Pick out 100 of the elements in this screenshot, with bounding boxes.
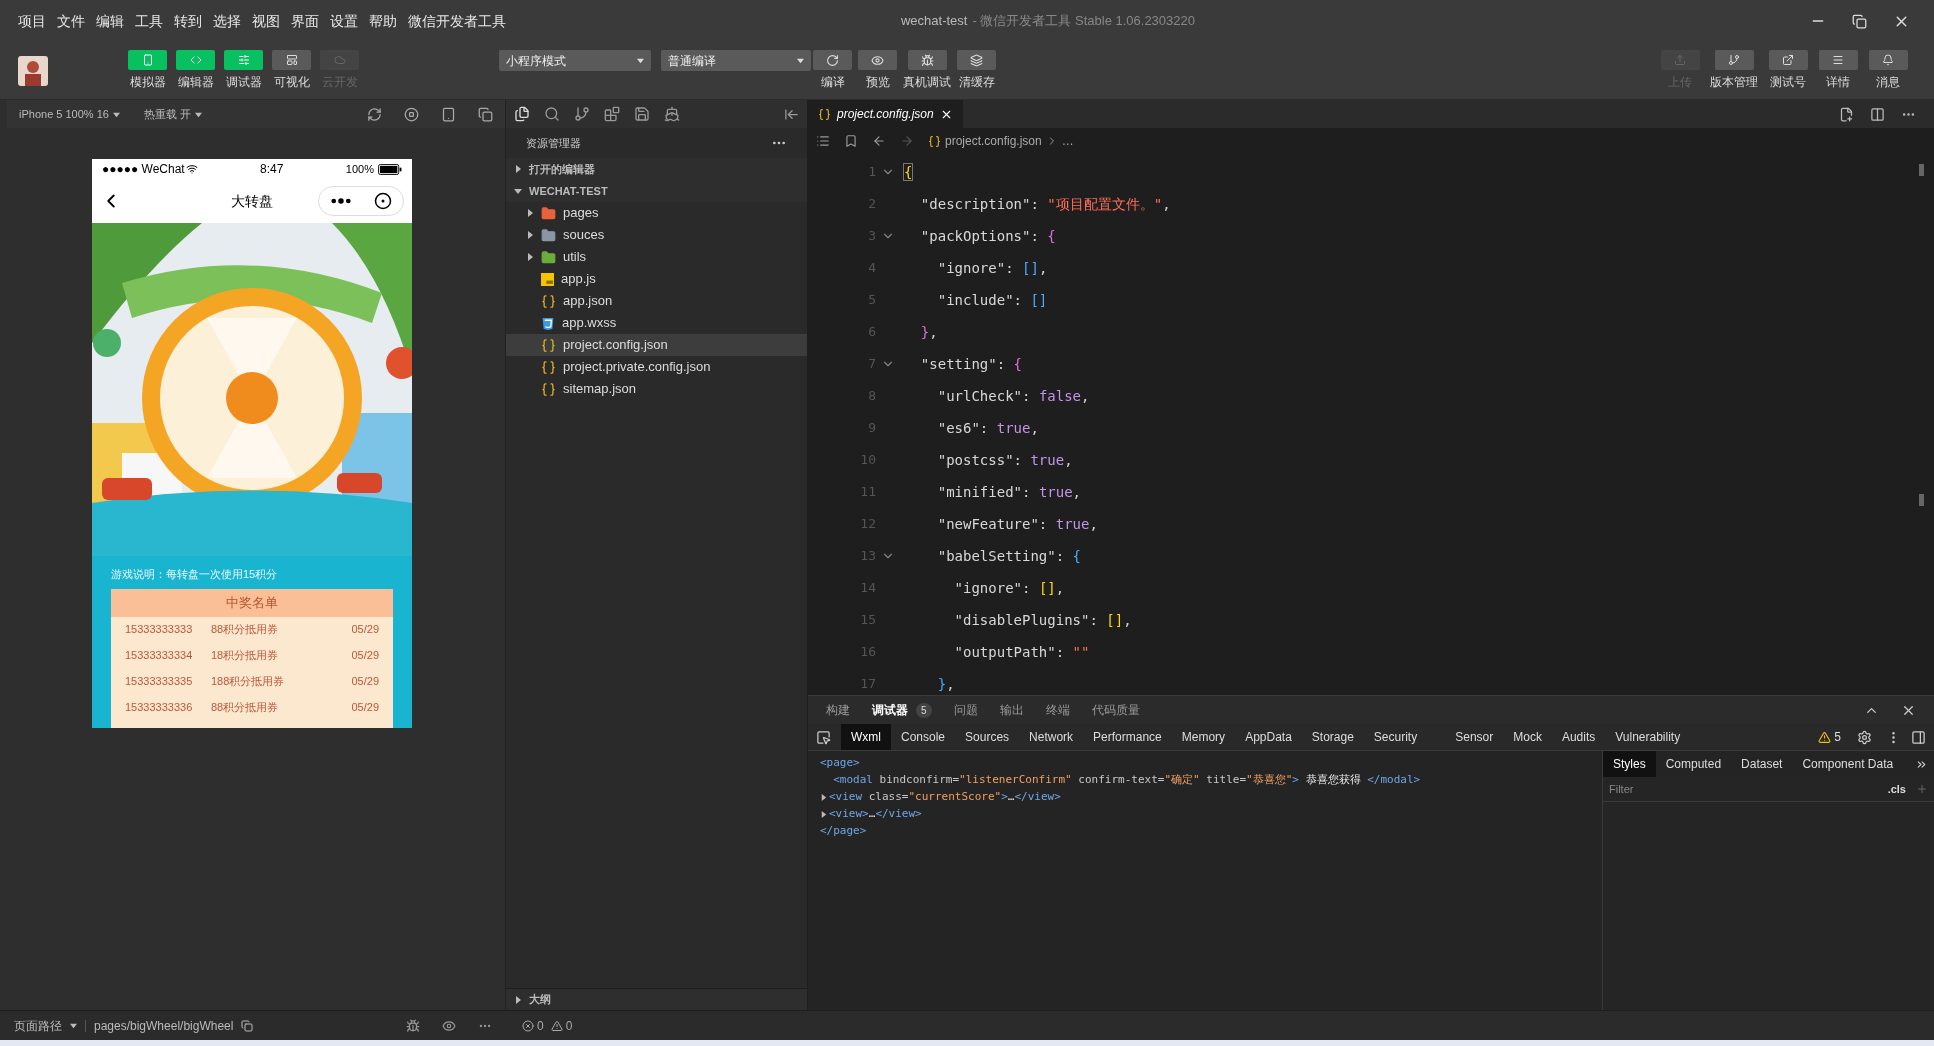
file-item[interactable]: app.json xyxy=(506,290,807,312)
devtools-tab[interactable]: Mock xyxy=(1503,724,1552,750)
expand-arrow-icon[interactable] xyxy=(820,811,827,818)
styles-tab[interactable]: Dataset xyxy=(1731,751,1793,777)
styles-tab[interactable]: Styles xyxy=(1603,751,1656,777)
menu-item[interactable]: 设置 xyxy=(330,10,358,32)
wxml-node[interactable]: <modal bindconfirm="listenerConfirm" confirm-text="确定" title="恭喜您"> 恭喜您获得 </modal> xyxy=(820,772,1421,789)
toolbar-button[interactable] xyxy=(813,50,852,70)
devtools-tab[interactable]: Security xyxy=(1363,724,1428,750)
toolbar-button[interactable] xyxy=(1868,50,1908,70)
panel-tab[interactable]: 输出 xyxy=(999,701,1024,719)
filter-field[interactable]: Filter xyxy=(1609,780,1888,798)
devtools-tab[interactable]: Sensor xyxy=(1445,724,1504,750)
search-icon[interactable] xyxy=(544,106,560,122)
toolbar-button[interactable] xyxy=(1768,50,1808,70)
hot-reload-toggle[interactable]: 热重载 开 xyxy=(143,105,191,123)
expand-arrow-icon[interactable] xyxy=(820,794,827,801)
breadcrumb-item[interactable]: project.config.json xyxy=(945,132,1042,150)
devtools-tab[interactable]: Vulnerability xyxy=(1605,724,1691,750)
menu-item[interactable]: 界面 xyxy=(291,10,319,32)
panel-tab[interactable]: 终端 xyxy=(1045,701,1070,719)
copy-icon[interactable] xyxy=(241,1019,254,1032)
devtools-tab[interactable]: Memory xyxy=(1171,724,1236,750)
caret-icon[interactable] xyxy=(514,187,522,195)
caret-icon[interactable] xyxy=(514,165,522,173)
panel-tab[interactable]: 构建 xyxy=(826,701,850,719)
devtools-tab[interactable]: Audits xyxy=(1551,724,1606,750)
menu-item[interactable]: 微信开发者工具 xyxy=(408,10,506,32)
caret-icon[interactable] xyxy=(112,110,120,118)
toolbar-button[interactable] xyxy=(858,50,897,70)
mode-dropdown[interactable]: 小程序模式 xyxy=(499,50,651,71)
menu-item[interactable]: 项目 xyxy=(18,10,46,32)
file-item[interactable]: app.js xyxy=(506,268,807,290)
devtools-tab[interactable]: Network xyxy=(1019,724,1084,750)
devtools-tab[interactable]: Storage xyxy=(1301,724,1364,750)
caret-icon[interactable] xyxy=(526,209,534,217)
file-item[interactable]: pages xyxy=(506,202,807,224)
menu-item[interactable]: 转到 xyxy=(174,10,202,32)
restore-icon[interactable] xyxy=(1852,13,1867,29)
caret-icon[interactable] xyxy=(514,995,522,1004)
file-icon[interactable] xyxy=(1839,106,1854,122)
file-item[interactable]: project.private.config.json xyxy=(506,356,807,378)
toolbar-button[interactable] xyxy=(907,50,947,70)
device-icon[interactable] xyxy=(441,106,456,122)
bug-icon[interactable] xyxy=(406,1018,420,1033)
devtools-tab[interactable]: AppData xyxy=(1235,724,1302,750)
caret-icon[interactable] xyxy=(526,253,534,261)
cls-toggle[interactable]: .cls xyxy=(1887,780,1906,798)
windows-icon[interactable] xyxy=(478,106,493,122)
compile-dropdown[interactable]: 普通编译 xyxy=(661,50,811,71)
menu-item[interactable]: 帮助 xyxy=(369,10,397,32)
section-header[interactable]: 打开的编辑器 xyxy=(506,158,807,180)
menu-item[interactable]: 文件 xyxy=(57,10,85,32)
blocks-icon[interactable] xyxy=(604,106,620,122)
caret-icon[interactable] xyxy=(70,1022,77,1029)
devtools-tab[interactable]: Performance xyxy=(1083,724,1172,750)
inspect-icon[interactable] xyxy=(816,729,831,745)
file-item[interactable]: project.config.json xyxy=(506,334,807,356)
dock-icon[interactable] xyxy=(1911,729,1926,745)
eye-icon[interactable] xyxy=(442,1018,456,1033)
file-item[interactable]: souces xyxy=(506,224,807,246)
panel-tab[interactable]: 问题 xyxy=(953,701,978,719)
files-icon[interactable] xyxy=(514,106,530,122)
toolbar-button[interactable] xyxy=(957,50,996,70)
menu-item[interactable]: 视图 xyxy=(252,10,280,32)
list-icon[interactable] xyxy=(816,134,830,148)
menu-item[interactable]: 工具 xyxy=(135,10,163,32)
branch-icon[interactable] xyxy=(574,106,590,122)
devtools-tab[interactable]: Sources xyxy=(955,724,1020,750)
section-header[interactable]: WECHAT-TEST xyxy=(506,180,807,202)
settings-icon[interactable] xyxy=(1857,729,1872,745)
caret-icon[interactable] xyxy=(195,110,202,118)
devtools-tab[interactable]: Console xyxy=(891,724,956,750)
wxml-node[interactable]: <view class="currentScore">…</view> xyxy=(829,789,1061,806)
wxml-node[interactable]: <view>…</view> xyxy=(829,806,922,823)
file-item[interactable]: utils xyxy=(506,246,807,268)
toolbar-button[interactable] xyxy=(1818,50,1858,70)
styles-tab[interactable]: Computed xyxy=(1655,751,1732,777)
toolbar-button[interactable] xyxy=(272,50,311,70)
outline-header[interactable]: 大纲 xyxy=(506,988,807,1010)
device-selector[interactable]: iPhone 5 100% 16 xyxy=(19,105,109,123)
bookmark-icon[interactable] xyxy=(844,134,858,148)
breadcrumb-item[interactable]: … xyxy=(1061,132,1074,150)
wxml-node[interactable]: </page> xyxy=(820,823,867,840)
back-icon[interactable] xyxy=(872,134,886,148)
wxml-node[interactable]: <page> xyxy=(820,755,860,772)
avatar-icon[interactable] xyxy=(18,55,48,86)
toolbar-button[interactable] xyxy=(1714,50,1754,70)
refresh-icon[interactable] xyxy=(367,106,382,122)
panel-tab[interactable]: 调试器 5 xyxy=(872,701,932,719)
save-icon[interactable] xyxy=(634,106,650,122)
devtools-tab[interactable]: Wxml xyxy=(841,724,891,750)
file-item[interactable]: sitemap.json xyxy=(506,378,807,400)
stop-icon[interactable] xyxy=(404,106,419,122)
editor-tab[interactable]: project.config.json xyxy=(808,100,963,128)
page-path-label[interactable]: 页面路径 xyxy=(14,1016,62,1035)
file-item[interactable]: app.wxss xyxy=(506,312,807,334)
split-icon[interactable] xyxy=(1870,106,1885,122)
menu-item[interactable]: 选择 xyxy=(213,10,241,32)
styles-tab[interactable]: Component Data xyxy=(1792,751,1904,777)
